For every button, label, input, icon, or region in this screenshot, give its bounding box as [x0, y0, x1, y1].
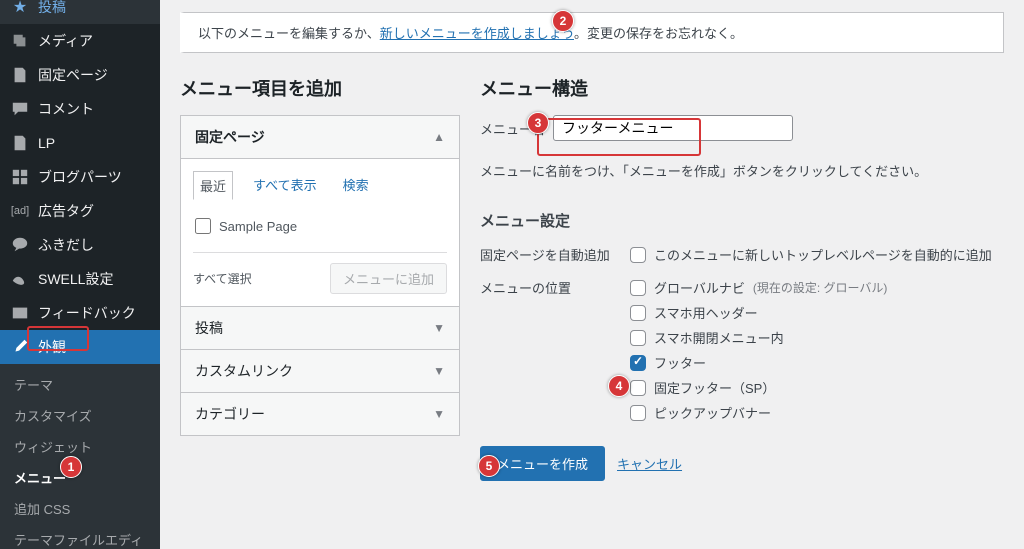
media-icon [10, 31, 30, 51]
sidebar-item-appearance[interactable]: 外観 [0, 330, 160, 364]
menu-name-input[interactable] [553, 115, 793, 141]
acc-head-pages[interactable]: 固定ページ▲ [181, 116, 459, 158]
cancel-link[interactable]: キャンセル [617, 454, 682, 473]
tab-search[interactable]: 検索 [337, 171, 375, 200]
menu-settings-heading: メニュー設定 [480, 210, 1004, 231]
sample-page-checkbox[interactable] [195, 218, 211, 234]
chevron-down-icon: ▼ [433, 364, 445, 378]
notice-prefix: 以下のメニューを編集するか、 [198, 26, 380, 41]
pos-global-checkbox[interactable] [630, 280, 646, 296]
position-label: メニューの位置 [480, 278, 630, 297]
submenu-css[interactable]: 追加 CSS [0, 493, 160, 524]
menu-structure-heading: メニュー構造 [480, 75, 1004, 101]
tab-recent[interactable]: 最近 [193, 171, 233, 200]
bubble-icon [10, 235, 30, 255]
swell-icon [10, 269, 30, 289]
auto-add-text: このメニューに新しいトップレベルページを自動的に追加 [654, 245, 992, 264]
auto-add-checkbox[interactable] [630, 247, 646, 263]
sidebar-item-swell[interactable]: SWELL設定 [0, 262, 160, 296]
acc-head-categories[interactable]: カテゴリー▼ [181, 392, 459, 435]
brush-icon [10, 337, 30, 357]
select-all-link[interactable]: すべて選択 [193, 270, 252, 287]
notice-suffix: 。変更の保存をお忘れなく。 [574, 26, 743, 41]
chevron-up-icon: ▲ [433, 130, 445, 144]
create-menu-link[interactable]: 新しいメニューを作成しましょう [380, 26, 574, 41]
sidebar-item-media[interactable]: メディア [0, 24, 160, 58]
chevron-down-icon: ▼ [433, 321, 445, 335]
comment-icon [10, 99, 30, 119]
position-options: グローバルナビ (現在の設定: グローバル) スマホ用ヘッダー スマホ開閉メニュ… [630, 278, 1004, 428]
sidebar-item-blogparts[interactable]: ブログパーツ [0, 160, 160, 194]
sidebar-item-posts[interactable]: ★投稿 [0, 0, 160, 24]
pos-pickup-checkbox[interactable] [630, 405, 646, 421]
acc-head-posts[interactable]: 投稿▼ [181, 306, 459, 349]
auto-add-label: 固定ページを自動追加 [480, 245, 630, 264]
accordion-pages: 固定ページ▲ 最近 すべて表示 検索 Sample Page すべて選択 [180, 115, 460, 436]
doc-icon [10, 133, 30, 153]
appearance-submenu: テーマ カスタマイズ ウィジェット メニュー 追加 CSS テーマファイルエディ… [0, 364, 160, 549]
pos-footer-checkbox[interactable] [630, 355, 646, 371]
pos-sp-header-checkbox[interactable] [630, 305, 646, 321]
sidebar-item-fukidashi[interactable]: ふきだし [0, 228, 160, 262]
sidebar-item-lp[interactable]: LP [0, 126, 160, 160]
annotation-badge-1: 1 [60, 456, 82, 478]
main-content: 以下のメニューを編集するか、新しいメニューを作成しましょう。変更の保存をお忘れな… [160, 0, 1024, 549]
add-items-heading: メニュー項目を追加 [180, 75, 460, 101]
ad-icon: [ad] [10, 201, 30, 221]
sample-page-label: Sample Page [219, 219, 297, 234]
annotation-badge-2: 2 [552, 10, 574, 32]
annotation-badge-4: 4 [608, 375, 630, 397]
chevron-down-icon: ▼ [433, 407, 445, 421]
submenu-themes[interactable]: テーマ [0, 369, 160, 400]
create-hint: メニューに名前をつけ、「メニューを作成」ボタンをクリックしてください。 [480, 161, 1004, 180]
page-icon [10, 65, 30, 85]
notice-bar: 以下のメニューを編集するか、新しいメニューを作成しましょう。変更の保存をお忘れな… [180, 12, 1004, 53]
add-to-menu-button[interactable]: メニューに追加 [330, 263, 447, 294]
sidebar-item-feedback[interactable]: フィードバック [0, 296, 160, 330]
annotation-badge-5: 5 [478, 455, 500, 477]
sidebar-item-comments[interactable]: コメント [0, 92, 160, 126]
pin-icon: ★ [10, 0, 30, 17]
tab-all[interactable]: すべて表示 [247, 171, 323, 200]
sidebar-item-pages[interactable]: 固定ページ [0, 58, 160, 92]
feedback-icon [10, 303, 30, 323]
pos-sp-drawer-checkbox[interactable] [630, 330, 646, 346]
pos-fixed-footer-checkbox[interactable] [630, 380, 646, 396]
submenu-theme-editor[interactable]: テーマファイルエディター [0, 524, 160, 549]
annotation-badge-3: 3 [527, 112, 549, 134]
acc-head-customlink[interactable]: カスタムリンク▼ [181, 349, 459, 392]
sidebar-item-adtag[interactable]: [ad]広告タグ [0, 194, 160, 228]
blocks-icon [10, 167, 30, 187]
submenu-widgets[interactable]: ウィジェット [0, 431, 160, 462]
submenu-customize[interactable]: カスタマイズ [0, 400, 160, 431]
